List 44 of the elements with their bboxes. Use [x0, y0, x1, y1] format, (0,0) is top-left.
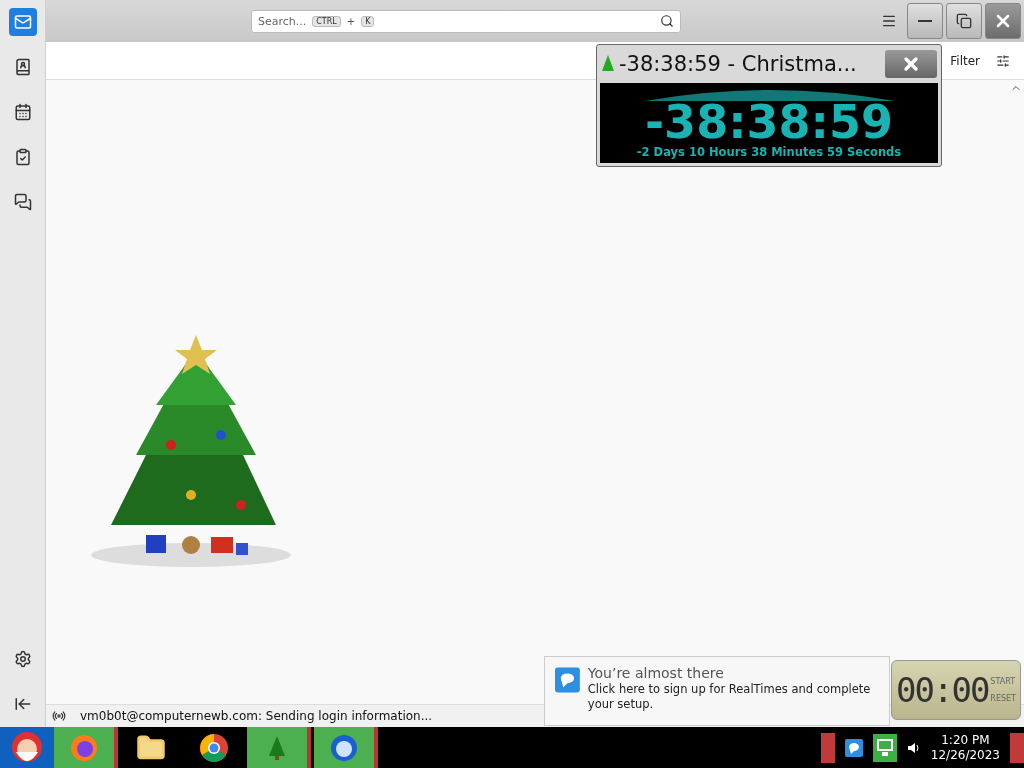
- minimize-icon: [918, 20, 932, 22]
- mail-app-icon: [329, 732, 359, 763]
- status-text: vm0b0t@computernewb.com: Sending login information...: [80, 709, 433, 723]
- search-icon: [660, 14, 674, 28]
- restore-icon: [956, 13, 972, 29]
- mail-icon: [13, 13, 32, 31]
- key-cap: CTRL: [312, 15, 341, 27]
- speaker-icon: [906, 740, 921, 755]
- browser-icon: [69, 732, 99, 763]
- address-book-icon: [13, 58, 32, 76]
- close-icon: [901, 54, 921, 74]
- stopwatch-time: 00:00: [896, 670, 989, 710]
- realtimes-icon: [844, 738, 863, 757]
- realtimes-icon: [555, 665, 580, 695]
- restore-button[interactable]: [946, 3, 982, 39]
- filter-button[interactable]: Filter: [950, 53, 980, 68]
- search-field[interactable]: Search... CTRL + K: [251, 9, 681, 33]
- layout-icon[interactable]: [996, 53, 1010, 68]
- network-icon: [872, 733, 897, 762]
- collapse-icon: [13, 695, 32, 713]
- stopwatch-button[interactable]: START: [990, 677, 1016, 686]
- browser-icon: [199, 732, 229, 763]
- tray-block: [1010, 732, 1024, 763]
- notification-title: You’re almost there: [587, 665, 725, 681]
- start-button[interactable]: [0, 727, 54, 768]
- clock-time: 1:20 PM: [941, 732, 990, 748]
- notification-body: Click here to sign up for RealTimes and complete your setup.: [587, 682, 872, 712]
- countdown-detail: -2 Days 10 Hours 38 Minutes 59 Seconds: [636, 145, 902, 159]
- close-button[interactable]: [885, 50, 937, 78]
- calendar-icon: [13, 103, 32, 121]
- settings-icon: [13, 650, 32, 668]
- countdown-time: -38:38:59: [645, 99, 893, 145]
- close-button[interactable]: [985, 3, 1021, 39]
- minimize-button[interactable]: [907, 3, 943, 39]
- notification-popup[interactable]: You’re almost there Click here to sign up for RealTimes and complete your setup.: [544, 656, 890, 726]
- connection-icon: [52, 709, 66, 723]
- chat-icon: [13, 193, 32, 211]
- clock-date: 12/26/2023: [930, 747, 1000, 763]
- key-cap: K: [361, 15, 375, 27]
- tray-block: [820, 732, 835, 763]
- plus-sign: +: [346, 15, 356, 27]
- window-title: -38:38:59 - Christma...: [619, 52, 857, 76]
- clipboard-check-icon: [13, 148, 32, 166]
- menu-icon: [881, 13, 897, 29]
